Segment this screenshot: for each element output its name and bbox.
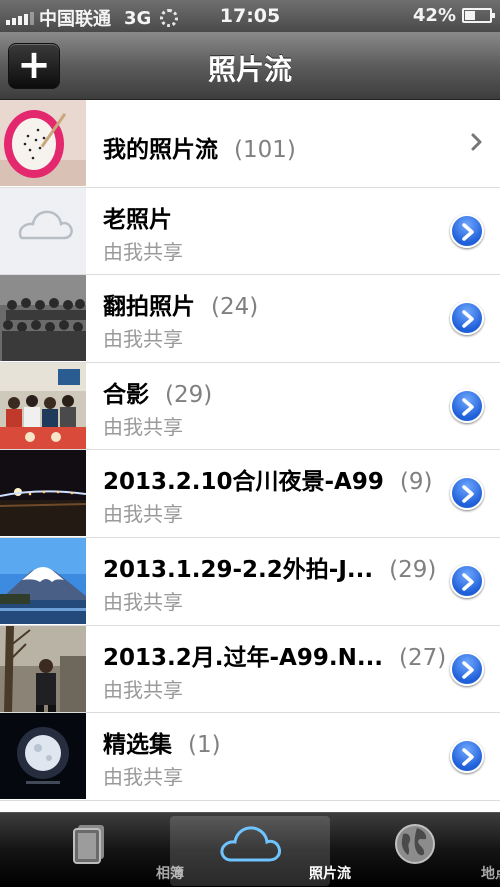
photo-stream-title: 我的照片流 (101) [103, 130, 296, 164]
battery-icon [462, 8, 495, 23]
photo-count: (24) [211, 294, 259, 321]
photo-stream-title: 老照片 [103, 200, 172, 234]
photo-stream-title: 2013.2月.过年-A99.N... (27) [103, 638, 446, 672]
photo-stream-row[interactable]: 老照片 由我共享 [0, 187, 500, 276]
photo-stream-thumbnail [0, 537, 86, 624]
photo-stream-title: 翻拍照片 (24) [103, 287, 258, 321]
status-bar: 中国联通 3G 17:05 42% [0, 0, 500, 32]
navigation-bar: + 照片流 [0, 32, 500, 100]
photo-stream-title: 精选集 (1) [103, 725, 221, 759]
shared-by-label: 由我共享 [103, 677, 183, 702]
photo-stream-name: 合影 [103, 381, 149, 408]
shared-by-label: 由我共享 [103, 502, 183, 527]
photo-count: (29) [165, 381, 213, 408]
shared-by-label: 由我共享 [103, 239, 183, 264]
photo-stream-thumbnail [0, 625, 86, 712]
photo-stream-name: 老照片 [103, 206, 172, 233]
photo-stream-name: 2013.2.10合川夜景-A99 [103, 469, 384, 496]
chevron-right-icon [470, 132, 484, 158]
photo-stream-thumbnail [0, 450, 86, 537]
tab-bar: 相簿 照片流 地点 [0, 812, 500, 887]
detail-disclosure-button[interactable] [450, 739, 484, 774]
photo-count: (101) [234, 137, 296, 163]
shared-by-label: 由我共享 [103, 327, 183, 352]
photo-stream-name: 精选集 [103, 732, 172, 759]
photo-count: (27) [399, 644, 447, 671]
photo-count: (9) [399, 469, 433, 496]
detail-disclosure-button[interactable] [450, 301, 484, 336]
photo-stream-name: 翻拍照片 [103, 294, 195, 321]
photo-stream-thumbnail [0, 100, 86, 186]
photo-stream-name: 2013.2月.过年-A99.N... [103, 644, 384, 671]
photo-stream-thumbnail [0, 713, 86, 800]
photo-stream-title: 2013.1.29-2.2外拍-J... (29) [103, 550, 436, 584]
status-right: 42% [412, 5, 495, 26]
detail-disclosure-button[interactable] [450, 213, 484, 248]
detail-disclosure-button[interactable] [450, 563, 484, 598]
photo-stream-title: 2013.2.10合川夜景-A99 (9) [103, 462, 432, 496]
photo-count: (1) [188, 732, 221, 759]
photo-stream-row[interactable]: 我的照片流 (101) [0, 100, 500, 188]
page-title: 照片流 [207, 53, 292, 86]
photo-stream-row[interactable]: 2013.2月.过年-A99.N... (27) 由我共享 [0, 625, 500, 714]
detail-disclosure-button[interactable] [450, 476, 484, 511]
battery-percent: 42% [412, 5, 456, 26]
photo-stream-row[interactable]: 合影 (29) 由我共享 [0, 362, 500, 451]
globe-icon [395, 824, 435, 864]
photo-stream-thumbnail [0, 362, 86, 449]
tab-places-label: 地点 [481, 866, 500, 882]
detail-disclosure-button[interactable] [450, 388, 484, 423]
detail-disclosure-button[interactable] [450, 651, 484, 686]
tab-photo-stream[interactable]: 照片流 [170, 816, 351, 886]
shared-by-label: 由我共享 [103, 414, 183, 439]
photo-stream-thumbnail [0, 275, 86, 362]
shared-by-label: 由我共享 [103, 765, 183, 790]
photo-stream-name: 我的照片流 [103, 137, 218, 163]
shared-by-label: 由我共享 [103, 589, 183, 614]
photo-stream-row[interactable]: 翻拍照片 (24) 由我共享 [0, 275, 500, 363]
tab-albums[interactable]: 相簿 [10, 816, 184, 886]
photo-stream-row[interactable]: 2013.1.29-2.2外拍-J... (29) 由我共享 [0, 537, 500, 626]
photo-stream-thumbnail [0, 187, 86, 274]
photo-stream-list: 我的照片流 (101) 老照片由我共享 翻拍照片 (24) 由我共享 合影 (29) 由我… [0, 100, 500, 812]
photo-count: (29) [389, 556, 437, 583]
albums-icon [73, 825, 104, 864]
tab-places[interactable]: 地点 [335, 816, 500, 886]
cloud-icon [220, 826, 281, 862]
photo-stream-row[interactable]: 精选集 (1) 由我共享 [0, 713, 500, 801]
photo-stream-name: 2013.1.29-2.2外拍-J... [103, 556, 374, 583]
photo-stream-row[interactable]: 2013.2.10合川夜景-A99 (9) 由我共享 [0, 450, 500, 538]
photo-stream-title: 合影 (29) [103, 375, 212, 409]
